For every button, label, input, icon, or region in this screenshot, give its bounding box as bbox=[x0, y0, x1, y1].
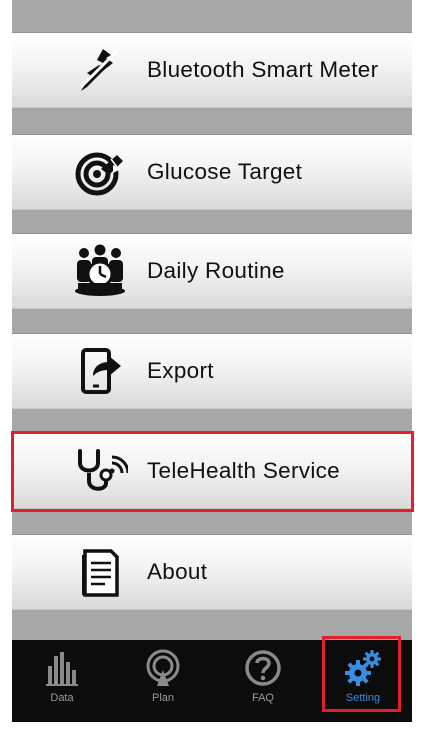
menu-item-bluetooth-smart-meter[interactable]: Bluetooth Smart Meter bbox=[12, 32, 412, 108]
separator bbox=[12, 309, 412, 333]
menu-item-label: TeleHealth Service bbox=[147, 458, 340, 483]
tab-label: Setting bbox=[345, 692, 381, 704]
menu-item-telehealth-service[interactable]: TeleHealth Service bbox=[12, 433, 412, 509]
menu-item-label: Daily Routine bbox=[147, 258, 285, 283]
tab-label: Plan bbox=[151, 692, 175, 704]
menu-item-label: Glucose Target bbox=[147, 159, 303, 184]
menu-item-label: Export bbox=[147, 358, 214, 383]
document-icon bbox=[72, 544, 128, 600]
export-icon bbox=[72, 343, 128, 399]
target-icon bbox=[72, 144, 128, 200]
gears-icon bbox=[343, 648, 383, 688]
plan-icon bbox=[143, 648, 183, 688]
separator bbox=[12, 510, 412, 534]
tab-bar: Data Plan FAQ Setting bbox=[12, 640, 412, 722]
menu-item-label: Bluetooth Smart Meter bbox=[147, 57, 379, 82]
menu-item-glucose-target[interactable]: Glucose Target bbox=[12, 134, 412, 210]
bluetooth-connect-icon bbox=[72, 42, 128, 98]
menu-item-label: About bbox=[147, 559, 208, 584]
separator bbox=[12, 0, 412, 32]
question-icon bbox=[243, 648, 283, 688]
tab-plan[interactable]: Plan bbox=[123, 640, 203, 722]
tab-label: Data bbox=[50, 692, 74, 704]
daily-routine-icon bbox=[72, 243, 128, 299]
separator bbox=[12, 610, 412, 640]
tab-label: FAQ bbox=[251, 692, 274, 704]
stethoscope-icon bbox=[72, 443, 128, 499]
tab-data[interactable]: Data bbox=[22, 640, 102, 722]
separator bbox=[12, 108, 412, 134]
tab-setting[interactable]: Setting bbox=[323, 640, 403, 722]
tab-faq[interactable]: FAQ bbox=[223, 640, 303, 722]
menu-item-export[interactable]: Export bbox=[12, 333, 412, 409]
settings-screen: Bluetooth Smart Meter Glucose Target Dai… bbox=[12, 0, 412, 722]
separator bbox=[12, 209, 412, 233]
menu-item-daily-routine[interactable]: Daily Routine bbox=[12, 233, 412, 309]
menu-item-about[interactable]: About bbox=[12, 534, 412, 610]
separator bbox=[12, 409, 412, 433]
bar-chart-icon bbox=[42, 648, 82, 688]
